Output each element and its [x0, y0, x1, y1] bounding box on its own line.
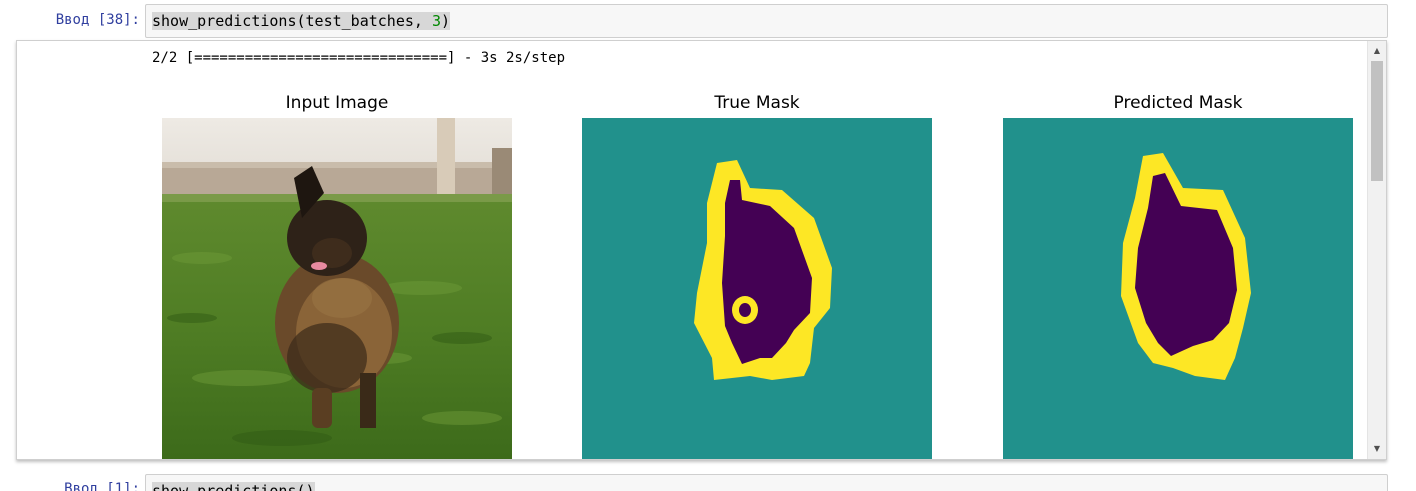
panel-title: True Mask: [714, 93, 800, 113]
selected-code: show_predictions(test_batches, 3): [152, 12, 451, 30]
true-mask-image: [582, 118, 932, 459]
code-cell-editor[interactable]: show_predictions(): [145, 474, 1388, 491]
code-number-literal: 3: [431, 12, 441, 30]
cell-prompt: Ввод [38]:: [55, 12, 140, 28]
code-line: show_predictions(test_batches, 3): [152, 12, 451, 30]
triangle-up-icon[interactable]: ▲: [1368, 43, 1386, 59]
output-scrollbar[interactable]: ▲ ▼: [1367, 41, 1386, 459]
cell-prompt: Ввод [1]:: [64, 481, 140, 491]
notebook: Ввод [38]: show_predictions(test_batches…: [0, 0, 1416, 491]
code-close-paren: ): [441, 12, 451, 30]
code-line: show_predictions(): [152, 482, 315, 491]
panel-title: Input Image: [285, 93, 389, 113]
code-function-call: show_predictions(test_batches,: [152, 12, 432, 30]
predicted-mask-image: [1003, 118, 1353, 459]
selected-code: show_predictions(): [152, 482, 315, 491]
dog-photo: [162, 118, 512, 459]
scroll-thumb[interactable]: [1371, 61, 1383, 181]
triangle-down-icon[interactable]: ▼: [1368, 441, 1386, 457]
cell-output-area[interactable]: 2/2 [==============================] - 3…: [16, 40, 1387, 460]
code-cell-editor[interactable]: show_predictions(test_batches, 3): [145, 4, 1388, 38]
progress-output: 2/2 [==============================] - 3…: [152, 50, 566, 66]
panel-title: Predicted Mask: [1113, 93, 1243, 113]
